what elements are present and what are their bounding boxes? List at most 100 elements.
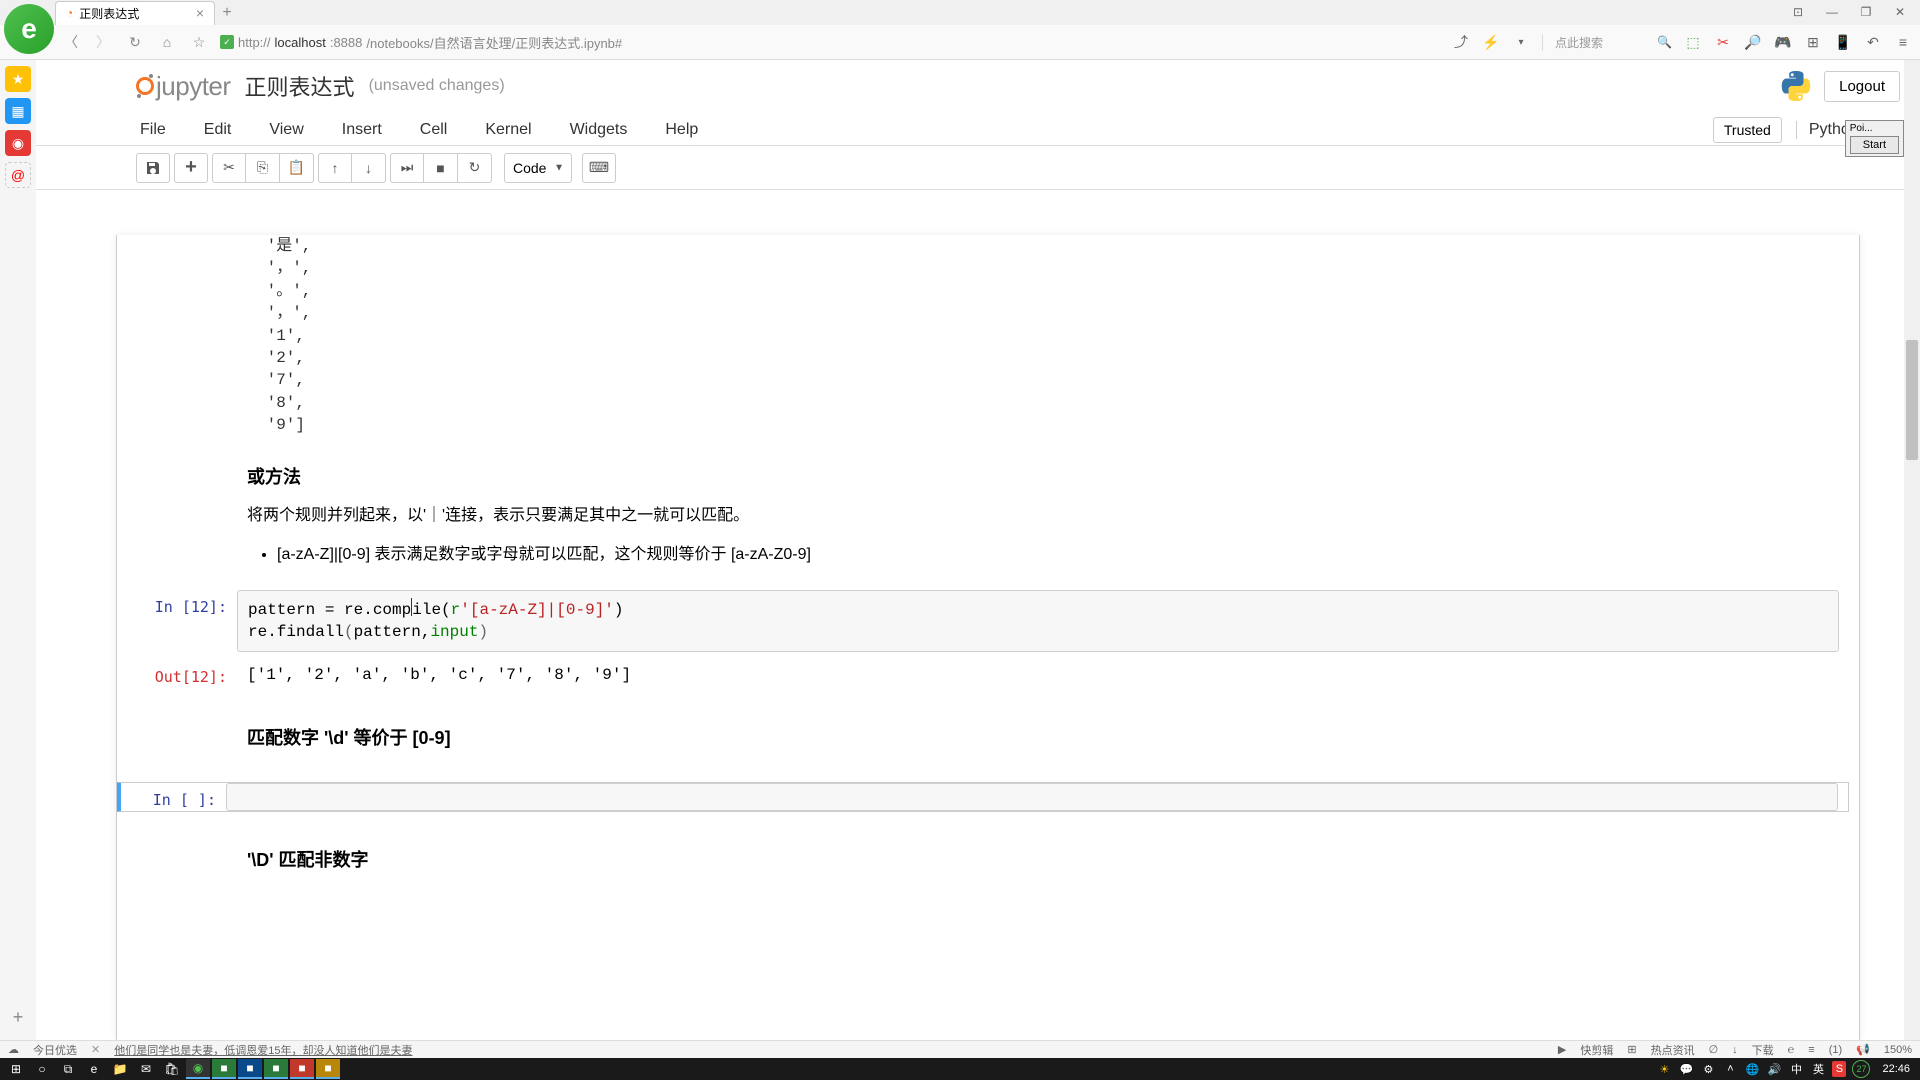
game-icon[interactable]: 🎮 — [1774, 33, 1792, 51]
markdown-cell-2[interactable]: 匹配数字 '\d' 等价于 [0-9] — [247, 698, 1819, 774]
restart-button[interactable]: ↻ — [458, 153, 492, 183]
markdown-cell-3[interactable]: '\D' 匹配非数字 — [247, 820, 1819, 896]
status-download-label[interactable]: 下载 — [1752, 1042, 1774, 1058]
browser-tab[interactable]: ◔ 正则表达式 × — [55, 1, 215, 25]
sidebar-favorites-icon[interactable]: ★ — [5, 66, 31, 92]
share-icon[interactable]: ⤴ — [1452, 33, 1470, 51]
taskbar-clock[interactable]: 22:46 — [1876, 1063, 1916, 1075]
app-icon-5[interactable]: ■ — [316, 1059, 340, 1079]
tray-ime-zhong[interactable]: 中 — [1788, 1061, 1804, 1077]
menu-widgets[interactable]: Widgets — [566, 115, 632, 145]
nav-star-button[interactable]: ☆ — [188, 31, 210, 53]
scrollbar-track[interactable] — [1904, 60, 1920, 1040]
menu-insert[interactable]: Insert — [338, 115, 386, 145]
url-display[interactable]: ✓ http://localhost:8888/notebooks/自然语言处理… — [220, 33, 622, 52]
move-down-button[interactable]: ↓ — [352, 153, 386, 183]
sidebar-app-icon-2[interactable]: @ — [5, 162, 31, 188]
sidebar-add-button[interactable]: + — [5, 1004, 31, 1030]
mail-icon[interactable]: ✉ — [134, 1059, 158, 1079]
notebook-scroll-area[interactable]: '是', '，', '。', '，', '1', '2', '7', '8', … — [116, 235, 1860, 1040]
status-left-1[interactable]: 今日优选 — [33, 1042, 77, 1058]
menu-view[interactable]: View — [265, 115, 307, 145]
dropdown-icon[interactable]: ▾ — [1512, 33, 1530, 51]
status-sound-icon[interactable]: 📢 — [1856, 1043, 1870, 1056]
float-start-button[interactable]: Start — [1850, 136, 1899, 154]
tray-icon-3[interactable]: ⚙ — [1700, 1061, 1716, 1077]
stop-button[interactable]: ■ — [424, 153, 458, 183]
status-clip-icon[interactable]: ▶ — [1558, 1043, 1566, 1056]
new-tab-button[interactable]: + — [215, 1, 239, 25]
run-button[interactable]: ⏭ — [390, 153, 424, 183]
code-input-empty[interactable] — [226, 783, 1838, 811]
menu-edit[interactable]: Edit — [200, 115, 236, 145]
tray-ime-ying[interactable]: 英 — [1810, 1061, 1826, 1077]
extension-icon-1[interactable]: ⬚ — [1684, 33, 1702, 51]
move-up-button[interactable]: ↑ — [318, 153, 352, 183]
window-restore-button[interactable]: ⊡ — [1784, 2, 1812, 22]
menu-help[interactable]: Help — [661, 115, 702, 145]
edge-icon[interactable]: e — [82, 1059, 106, 1079]
save-button[interactable] — [136, 153, 170, 183]
menu-cell[interactable]: Cell — [416, 115, 452, 145]
zoom-icon[interactable]: 🔎 — [1744, 33, 1762, 51]
window-maximize-button[interactable]: ❐ — [1852, 2, 1880, 22]
status-e-icon[interactable]: ℮ — [1788, 1044, 1795, 1056]
cortana-icon[interactable]: ○ — [30, 1059, 54, 1079]
status-clip-label[interactable]: 快剪辑 — [1580, 1042, 1613, 1058]
app-icon-3[interactable]: ■ — [264, 1059, 288, 1079]
status-count-icon[interactable]: (1) — [1829, 1044, 1842, 1056]
window-minimize-button[interactable]: — — [1818, 2, 1846, 22]
start-button[interactable]: ⊞ — [4, 1059, 28, 1079]
code-input-area[interactable]: pattern = re.compile(r'[a-zA-Z]|[0-9]')r… — [237, 590, 1839, 653]
app-icon-4[interactable]: ■ — [290, 1059, 314, 1079]
trusted-badge[interactable]: Trusted — [1713, 117, 1782, 143]
tray-icon-1[interactable]: ☀ — [1656, 1061, 1672, 1077]
nav-home-button[interactable]: ⌂ — [156, 31, 178, 53]
scissors-icon[interactable]: ✂ — [1714, 33, 1732, 51]
code-cell-12[interactable]: In [12]: pattern = re.compile(r'[a-zA-Z]… — [127, 590, 1849, 653]
command-palette-button[interactable]: ⌨ — [582, 153, 616, 183]
sidebar-app-icon-1[interactable]: ▦ — [5, 98, 31, 124]
menu-kernel[interactable]: Kernel — [481, 115, 535, 145]
tray-sogou-icon[interactable]: S — [1832, 1061, 1846, 1077]
360browser-icon[interactable]: ◉ — [186, 1059, 210, 1079]
menu-icon[interactable]: ≡ — [1894, 33, 1912, 51]
nav-forward-button[interactable]: 〉 — [92, 31, 114, 53]
status-close-icon[interactable]: ✕ — [91, 1043, 100, 1056]
scrollbar-thumb[interactable] — [1906, 340, 1918, 460]
taskview-icon[interactable]: ⧉ — [56, 1059, 80, 1079]
tray-chevron-icon[interactable]: ˄ — [1722, 1061, 1738, 1077]
grid-icon[interactable]: ⊞ — [1804, 33, 1822, 51]
app-icon-1[interactable]: ■ — [212, 1059, 236, 1079]
status-news-icon[interactable]: ⊞ — [1627, 1043, 1636, 1056]
app-icon-2[interactable]: ■ — [238, 1059, 262, 1079]
nav-reload-button[interactable]: ↻ — [124, 31, 146, 53]
status-block-icon[interactable]: ∅ — [1709, 1043, 1719, 1056]
nav-back-button[interactable]: 〈 — [60, 31, 82, 53]
tray-network-icon[interactable]: 🌐 — [1744, 1061, 1760, 1077]
paste-button[interactable]: 📋 — [280, 153, 314, 183]
tray-wechat-icon[interactable]: 💬 — [1678, 1061, 1694, 1077]
add-cell-button[interactable]: + — [174, 153, 208, 183]
search-input[interactable]: 点此搜索 🔍 — [1542, 34, 1672, 51]
status-news-ticker[interactable]: 他们是同学也是夫妻，低调恩爱15年，却没人知道他们是夫妻 — [114, 1042, 412, 1058]
logout-button[interactable]: Logout — [1824, 71, 1900, 102]
tray-volume-icon[interactable]: 🔊 — [1766, 1061, 1782, 1077]
jupyter-logo[interactable]: jupyter — [136, 71, 231, 102]
status-news-label[interactable]: 热点资讯 — [1651, 1042, 1695, 1058]
cut-button[interactable]: ✂ — [212, 153, 246, 183]
copy-button[interactable]: ⎘ — [246, 153, 280, 183]
status-download-icon[interactable]: ↓ — [1732, 1044, 1738, 1056]
window-close-button[interactable]: ✕ — [1886, 2, 1914, 22]
status-list-icon[interactable]: ≡ — [1808, 1044, 1814, 1056]
store-icon[interactable]: 🛍 — [160, 1059, 184, 1079]
tray-battery-icon[interactable]: 27 — [1852, 1060, 1870, 1078]
notebook-title[interactable]: 正则表达式 — [245, 70, 355, 102]
sidebar-weibo-icon[interactable]: ◉ — [5, 130, 31, 156]
cell-type-select[interactable]: Code — [504, 153, 572, 183]
menu-file[interactable]: File — [136, 115, 170, 145]
mobile-icon[interactable]: 📱 — [1834, 33, 1852, 51]
undo-icon[interactable]: ↶ — [1864, 33, 1882, 51]
code-cell-empty-selected[interactable]: In [ ]: — [116, 782, 1849, 812]
tab-close-icon[interactable]: × — [196, 5, 204, 21]
